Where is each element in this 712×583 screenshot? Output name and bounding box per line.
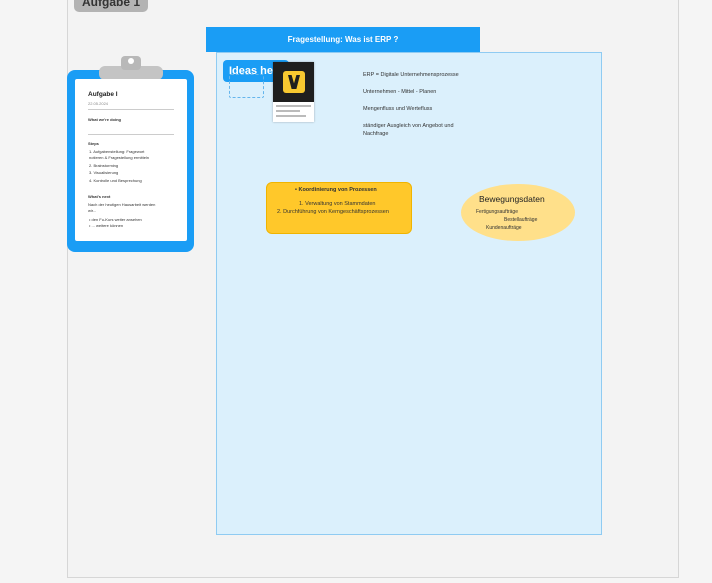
thumbnail-line	[276, 105, 311, 107]
step-item: 4. Kontrolle und Besprechung	[89, 178, 142, 183]
step-item: 2. Brainstorming	[89, 163, 119, 168]
movement-item: Bestellaufträge	[504, 217, 538, 223]
divider	[88, 134, 174, 135]
divider	[88, 109, 174, 110]
process-item: 1. Verwaltung von Stammdaten	[299, 201, 376, 207]
movement-title: Bewegungsdaten	[479, 194, 545, 204]
thumbnail-line	[276, 110, 300, 112]
document-thumbnail[interactable]	[273, 62, 314, 122]
process-sticky[interactable]: • Koordinierung von Prozessen 1. Verwalt…	[266, 182, 412, 234]
clipboard-date: 22.05.2024	[88, 101, 109, 106]
movement-ellipse[interactable]: Bewegungsdaten Fertigungsaufträge Bestel…	[461, 184, 575, 241]
note-text[interactable]: Mengenfluss und Wertefluss	[363, 106, 432, 113]
next-text: wir...	[88, 208, 97, 213]
clipboard-paper[interactable]: Aufgabe I 22.05.2024 What we're doing St…	[75, 79, 187, 241]
note-text[interactable]: Nachfrage	[363, 131, 388, 138]
movement-item: Kundenaufträge	[486, 225, 522, 231]
note-text[interactable]: ständiger Ausgleich von Angebot und	[363, 123, 454, 130]
next-label: What's next	[88, 194, 111, 199]
clipboard-title: Aufgabe I	[88, 91, 118, 98]
next-item: • ... weitere können	[89, 223, 124, 228]
steps-label: Steps	[88, 141, 99, 146]
step-item: 1. Aufgabenstellung: Fragewort	[89, 149, 145, 154]
thumbnail-preview	[273, 62, 314, 102]
step-item: 3. Visualisierung	[89, 170, 119, 175]
process-heading: Koordinierung von Prozessen	[298, 187, 377, 193]
logo-icon	[283, 71, 305, 93]
process-item: 2. Durchführung von Kerngeschäftsprozess…	[277, 209, 389, 215]
movement-item: Fertigungsaufträge	[476, 209, 518, 215]
section-title[interactable]: Fragestellung: Was ist ERP ?	[206, 27, 480, 52]
next-item: • den Fu-Kurs weiter ansehen	[89, 217, 142, 222]
frame-label[interactable]: Aufgabe 1	[74, 0, 149, 12]
next-text: Nach der heutigen Hausarbeit werden	[88, 202, 156, 207]
note-text[interactable]: Unternehmen - Mittel - Planen	[363, 89, 436, 96]
thumbnail-line	[276, 115, 306, 117]
dashed-placeholder[interactable]	[229, 74, 264, 98]
step-item: notieren & Fragestellung ermitteln	[89, 155, 150, 160]
what-label: What we're doing	[88, 117, 121, 122]
clipboard-clip-icon	[99, 56, 163, 80]
note-text[interactable]: ERP = Digitale Unternehmensprozesse	[363, 72, 459, 79]
